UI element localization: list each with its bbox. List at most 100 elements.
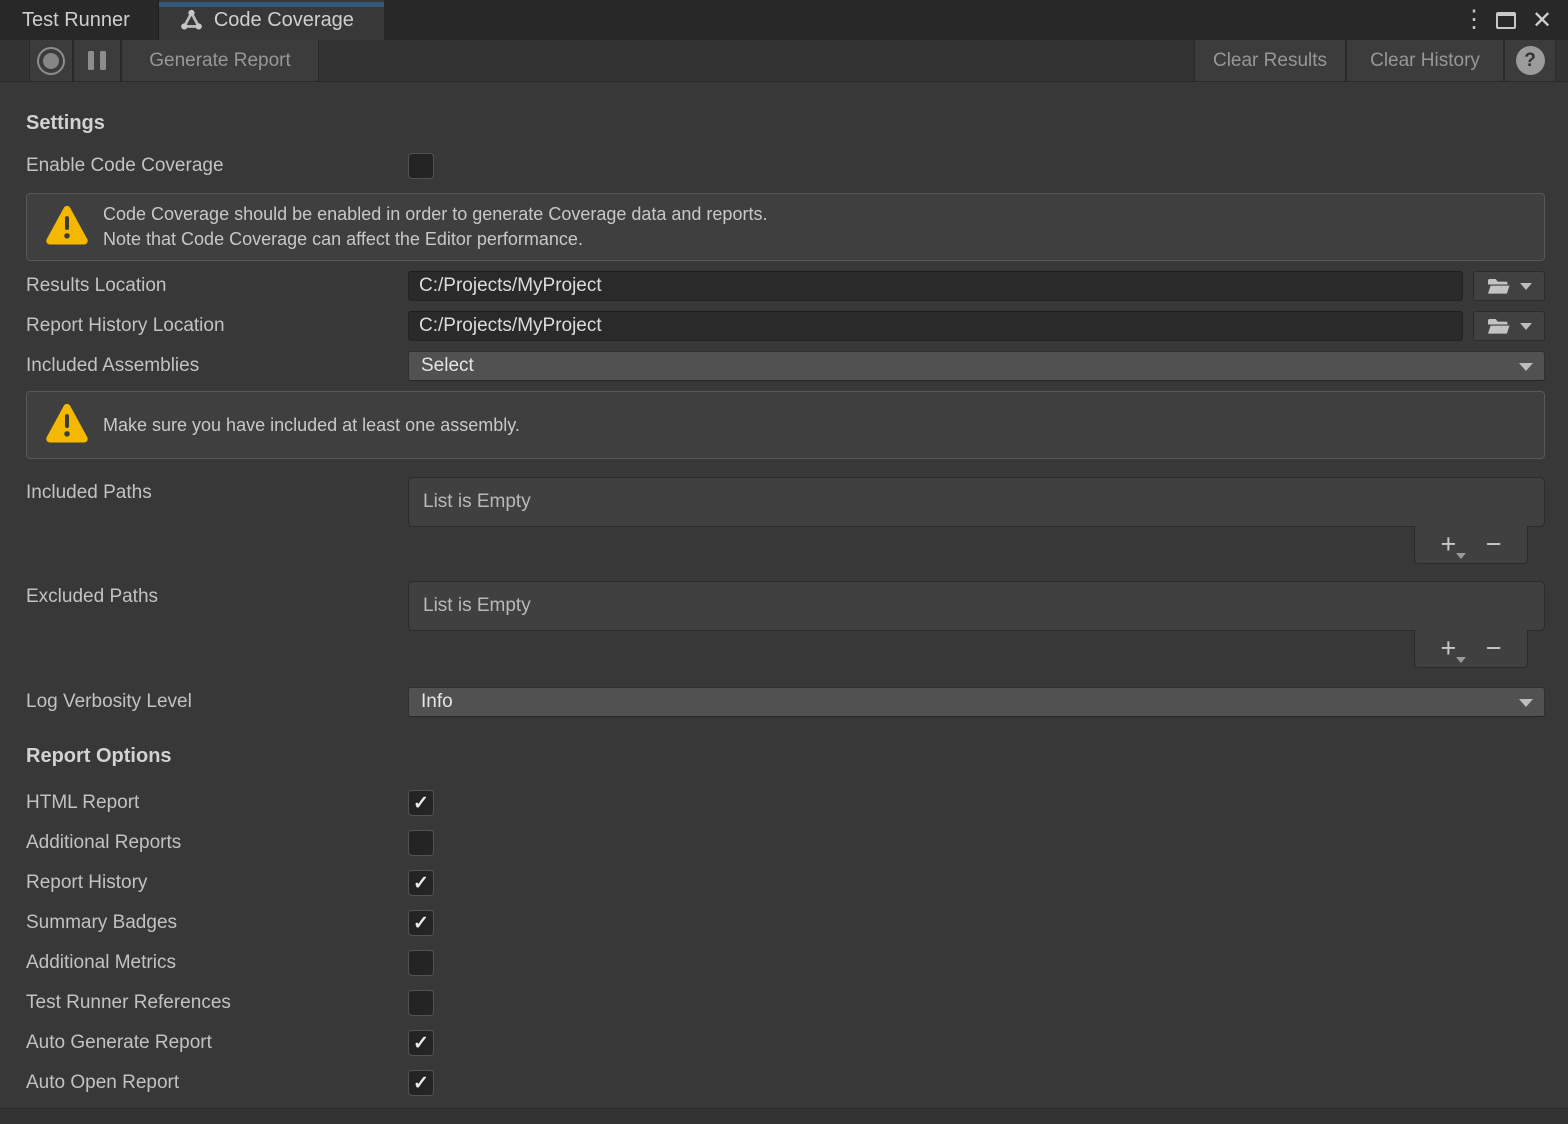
add-dropdown-caret-icon [1456,657,1466,663]
report-history-location-row: Report History Location C:/Projects/MyPr… [26,311,1545,341]
record-coverage-button[interactable] [29,40,73,81]
log-verbosity-dropdown[interactable]: Info [408,687,1545,717]
included-paths-empty-text: List is Empty [423,491,531,513]
toolbar: Generate Report Clear Results Clear Hist… [0,40,1568,82]
report-history-label: Report History [26,872,408,894]
chevron-down-icon [1519,363,1533,371]
settings-heading: Settings [26,112,1545,138]
option-row-html-report: HTML Report ✓ [26,783,1545,823]
results-location-label: Results Location [26,275,408,297]
code-coverage-icon [179,8,204,33]
bottom-strip [0,1108,1568,1124]
included-assemblies-row: Included Assemblies Select [26,351,1545,381]
additional-reports-checkbox[interactable] [408,830,434,856]
included-assemblies-label: Included Assemblies [26,355,408,377]
included-paths-footer: + − [1414,526,1528,564]
report-history-browse-button[interactable] [1473,311,1545,341]
enable-code-coverage-checkbox[interactable] [408,153,434,179]
generate-report-button[interactable]: Generate Report [121,40,319,81]
additional-metrics-label: Additional Metrics [26,952,408,974]
toolbar-gap-right [1556,40,1568,81]
test-runner-references-checkbox[interactable] [408,990,434,1016]
window-controls: ⋮ ✕ [1462,0,1568,40]
toolbar-spacer [319,40,1194,81]
test-runner-references-label: Test Runner References [26,992,408,1014]
warning-icon [45,204,89,250]
included-paths-label: Included Paths [26,477,408,564]
clear-history-label: Clear History [1370,50,1480,72]
html-report-label: HTML Report [26,792,408,814]
option-row-test-runner-references: Test Runner References [26,983,1545,1023]
results-location-value: C:/Projects/MyProject [419,275,602,297]
results-location-browse-button[interactable] [1473,271,1545,301]
assemblies-warning-text: Make sure you have included at least one… [103,413,520,438]
chevron-down-icon [1519,699,1533,707]
included-paths-list[interactable]: List is Empty [408,477,1545,527]
auto-open-report-label: Auto Open Report [26,1072,408,1094]
clear-history-button[interactable]: Clear History [1346,40,1504,81]
report-history-location-input[interactable]: C:/Projects/MyProject [408,311,1463,341]
chevron-down-icon [1520,323,1532,330]
results-location-input[interactable]: C:/Projects/MyProject [408,271,1463,301]
report-history-location-value: C:/Projects/MyProject [419,315,602,337]
help-button[interactable]: ? [1504,40,1556,81]
clear-results-label: Clear Results [1213,50,1327,72]
remove-excluded-path-button[interactable]: − [1482,635,1506,662]
option-row-auto-generate-report: Auto Generate Report ✓ [26,1023,1545,1063]
option-row-report-history: Report History ✓ [26,863,1545,903]
plus-icon: + [1440,633,1456,663]
folder-icon [1487,317,1511,335]
pause-coverage-button[interactable] [73,40,121,81]
tab-bar: Test Runner Code Coverage ⋮ ✕ [0,0,1568,40]
included-assemblies-value: Select [421,355,474,377]
assemblies-warning-box: Make sure you have included at least one… [26,391,1545,459]
additional-metrics-checkbox[interactable] [408,950,434,976]
remove-included-path-button[interactable]: − [1482,531,1506,558]
pause-icon [88,51,106,70]
generate-report-label: Generate Report [149,50,291,72]
option-row-auto-open-report: Auto Open Report ✓ [26,1063,1545,1103]
option-row-additional-reports: Additional Reports [26,823,1545,863]
report-history-checkbox[interactable]: ✓ [408,870,434,896]
excluded-paths-list[interactable]: List is Empty [408,581,1545,631]
included-assemblies-dropdown[interactable]: Select [408,351,1545,381]
enable-warning-text: Code Coverage should be enabled in order… [103,202,767,252]
summary-badges-label: Summary Badges [26,912,408,934]
log-verbosity-value: Info [421,691,453,713]
maximize-icon[interactable] [1496,12,1516,29]
add-excluded-path-button[interactable]: + [1436,635,1460,662]
report-history-location-label: Report History Location [26,315,408,337]
record-icon [37,47,65,75]
auto-open-report-checkbox[interactable]: ✓ [408,1070,434,1096]
enable-code-coverage-label: Enable Code Coverage [26,155,408,177]
help-icon: ? [1516,46,1545,75]
warning-icon [45,402,89,448]
enable-code-coverage-row: Enable Code Coverage [26,151,1545,181]
close-icon[interactable]: ✕ [1530,6,1554,35]
excluded-paths-label: Excluded Paths [26,581,408,668]
additional-reports-label: Additional Reports [26,832,408,854]
add-included-path-button[interactable]: + [1436,531,1460,558]
window-menu-icon[interactable]: ⋮ [1462,0,1482,40]
html-report-checkbox[interactable]: ✓ [408,790,434,816]
tab-test-runner[interactable]: Test Runner [0,0,159,40]
tab-test-runner-label: Test Runner [22,9,130,32]
excluded-paths-empty-text: List is Empty [423,595,531,617]
tab-code-coverage-label: Code Coverage [214,9,354,32]
code-coverage-settings-panel: Settings Enable Code Coverage Code Cover… [0,83,1568,1108]
toolbar-gap [0,40,29,81]
excluded-paths-footer: + − [1414,630,1528,668]
auto-generate-report-label: Auto Generate Report [26,1032,408,1054]
report-options-heading: Report Options [26,745,1545,769]
log-verbosity-label: Log Verbosity Level [26,691,408,713]
excluded-paths-section: Excluded Paths List is Empty + − [26,581,1545,668]
tab-code-coverage[interactable]: Code Coverage [159,0,384,40]
enable-warning-box: Code Coverage should be enabled in order… [26,193,1545,261]
plus-icon: + [1440,529,1456,559]
clear-results-button[interactable]: Clear Results [1194,40,1346,81]
summary-badges-checkbox[interactable]: ✓ [408,910,434,936]
code-coverage-window: Test Runner Code Coverage ⋮ ✕ [0,0,1568,1124]
option-row-additional-metrics: Additional Metrics [26,943,1545,983]
auto-generate-report-checkbox[interactable]: ✓ [408,1030,434,1056]
option-row-summary-badges: Summary Badges ✓ [26,903,1545,943]
